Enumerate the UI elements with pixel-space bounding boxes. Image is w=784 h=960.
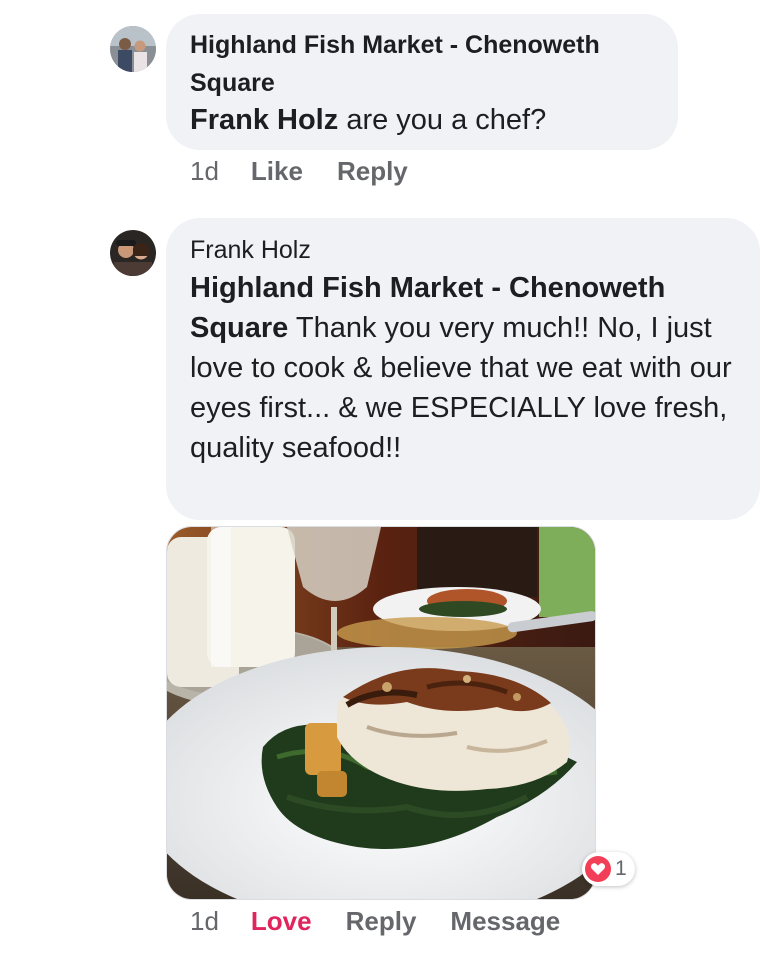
comment-2: Frank Holz Highland Fish Market - Chenow… — [0, 0, 784, 960]
message-button[interactable]: Message — [450, 906, 560, 937]
love-button[interactable]: Love — [251, 906, 312, 937]
heart-icon — [585, 856, 611, 882]
comment-bubble: Frank Holz Highland Fish Market - Chenow… — [166, 218, 760, 520]
comment-text: Highland Fish Market - Chenoweth Square … — [190, 268, 740, 468]
food-photo — [167, 527, 595, 899]
reaction-badge[interactable]: 1 — [582, 852, 635, 886]
comment-author[interactable]: Frank Holz — [190, 232, 730, 268]
reply-button[interactable]: Reply — [346, 906, 417, 937]
comment-photo[interactable] — [166, 526, 596, 900]
reaction-count: 1 — [615, 857, 627, 880]
comment-timestamp[interactable]: 1d — [190, 906, 219, 937]
avatar-frank-holz[interactable] — [110, 230, 156, 276]
comment-actions: 1d Love Reply Message — [190, 906, 594, 937]
avatar-image — [110, 230, 156, 276]
